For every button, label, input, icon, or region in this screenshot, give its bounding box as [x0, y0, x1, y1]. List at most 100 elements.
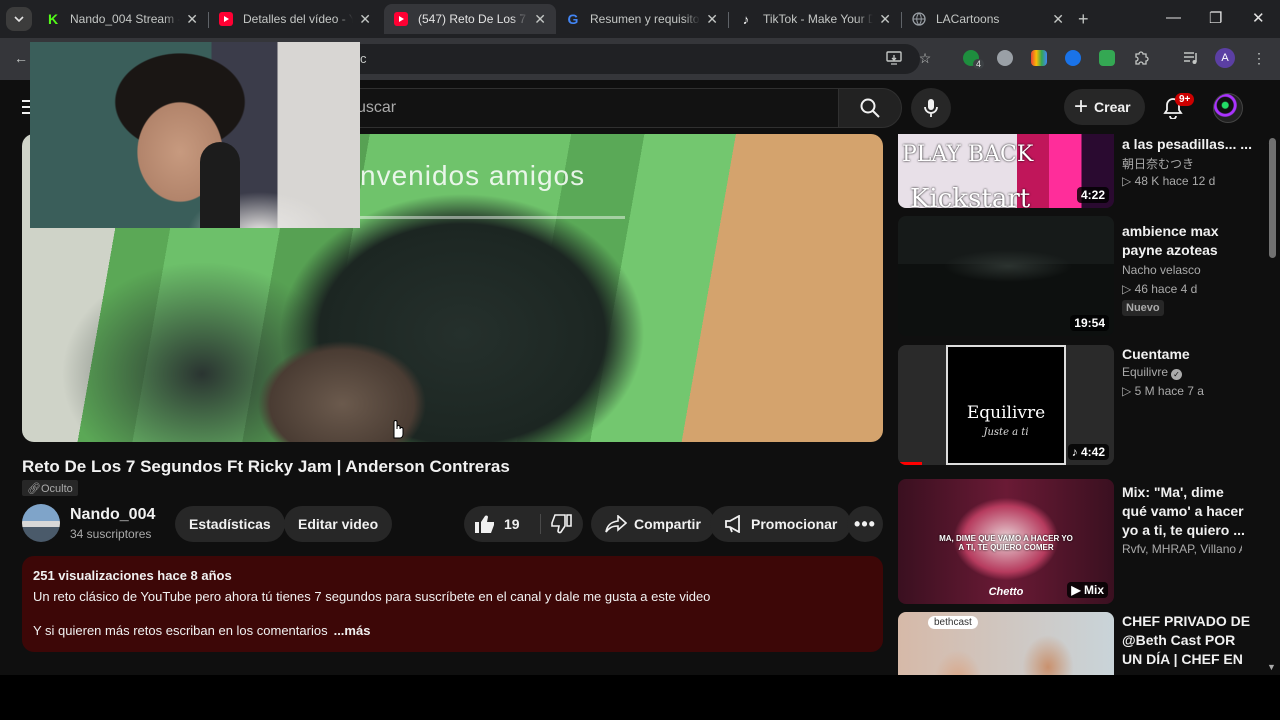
back-arrow-icon[interactable]: ← — [12, 49, 30, 67]
stats-button[interactable]: Estadísticas — [175, 506, 285, 542]
video-duration: 4:22 — [1076, 187, 1109, 203]
thumbs-up-icon — [475, 515, 494, 533]
recommended-meta: ▷ 46 hace 4 d — [1122, 282, 1198, 296]
video-thumbnail[interactable]: bethcast — [898, 612, 1114, 675]
description-box[interactable]: 251 visualizaciones hace 8 años Un reto … — [22, 556, 883, 652]
recommended-channel: 朝日奈むつき — [1122, 157, 1195, 171]
video-thumbnail[interactable]: Equilivre Juste a ti ♪ 4:42 — [898, 345, 1114, 465]
install-app-icon[interactable] — [885, 49, 903, 67]
bookmark-star-icon[interactable]: ☆ — [916, 49, 934, 67]
watch-progress-bar — [898, 462, 922, 465]
scroll-down-arrow-icon[interactable]: ▼ — [1267, 662, 1276, 672]
headphones — [200, 142, 240, 228]
recommended-title[interactable]: Mix: "Ma', dime qué vamo' a hacer yo a t… — [1122, 483, 1252, 540]
recommended-video[interactable]: 19:54 ambience max payne azoteas Nacho v… — [898, 216, 1258, 336]
address-bar[interactable]: c — [300, 44, 920, 74]
search-button[interactable] — [838, 88, 902, 128]
chevron-down-icon — [14, 16, 24, 22]
thumbnail-text: bethcast — [928, 616, 978, 629]
link-icon: 🔗︎ — [27, 483, 41, 495]
profile-avatar[interactable]: A — [1215, 48, 1235, 68]
webcam-overlay — [30, 42, 360, 228]
video-thumbnail[interactable]: 19:54 — [898, 216, 1114, 336]
new-tab-button[interactable]: + — [1078, 9, 1089, 30]
voice-search-button[interactable] — [911, 88, 951, 128]
video-thumbnail[interactable]: PLAY BACK Kickstart 4:22 — [898, 134, 1114, 208]
more-actions-button[interactable]: ••• — [847, 506, 883, 542]
edit-video-button[interactable]: Editar video — [284, 506, 393, 542]
letterbox-bar — [0, 675, 1280, 720]
browser-tab-google[interactable]: G Resumen y requisitos ✕ — [556, 4, 728, 34]
new-badge: Nuevo — [1122, 300, 1164, 316]
close-window-button[interactable]: ✕ — [1252, 9, 1265, 27]
more-horizontal-icon: ••• — [854, 513, 876, 534]
recommended-mix[interactable]: MA, DIME QUE VAMO A HACER YO A TI, TE QU… — [898, 479, 1258, 604]
search-placeholder: uscar — [357, 99, 397, 116]
recommended-title[interactable]: ambience max payne azoteas — [1122, 222, 1252, 260]
maximize-button[interactable]: ❐ — [1209, 9, 1222, 27]
share-label: Compartir — [634, 516, 701, 532]
recommended-meta: ▷ 48 K hace 12 d — [1122, 174, 1216, 188]
puzzle-icon[interactable] — [1132, 49, 1150, 67]
video-thumbnail[interactable]: MA, DIME QUE VAMO A HACER YO A TI, TE QU… — [898, 479, 1114, 604]
extension-icon[interactable] — [1099, 50, 1115, 66]
close-icon[interactable]: ✕ — [879, 11, 891, 28]
minimize-button[interactable]: — — [1166, 9, 1181, 26]
close-icon[interactable]: ✕ — [186, 11, 198, 28]
recommended-title[interactable]: a las pesadillas... ... — [1122, 135, 1252, 153]
channel-name[interactable]: Nando_004 — [70, 506, 155, 524]
recommended-video[interactable]: bethcast CHEF PRIVADO DE @Beth Cast POR … — [898, 612, 1258, 675]
browser-tab-tiktok[interactable]: ♪ TikTok - Make Your D ✕ — [729, 4, 901, 34]
view-count-and-date: 251 visualizaciones hace 8 años — [33, 568, 232, 583]
hand-cursor-icon — [393, 420, 404, 439]
share-button[interactable]: Compartir — [591, 506, 715, 542]
thumbs-down-icon — [551, 514, 572, 534]
recommended-title[interactable]: CHEF PRIVADO DE @Beth Cast POR UN DÍA | … — [1122, 612, 1252, 675]
album-cover: Equilivre Juste a ti — [946, 345, 1066, 465]
browser-tab-studio[interactable]: Detalles del vídeo - Y ✕ — [209, 4, 381, 34]
media-controls-icon[interactable] — [1182, 49, 1200, 67]
close-icon[interactable]: ✕ — [359, 11, 371, 28]
description-line: Un reto clásico de YouTube pero ahora tú… — [33, 589, 711, 604]
recommended-meta: ▷ 5 M hace 7 a — [1122, 384, 1204, 398]
tab-search-button[interactable] — [6, 7, 32, 31]
kebab-menu-icon[interactable]: ⋮ — [1250, 49, 1268, 67]
video-overlay-text: nvenidos amigos — [360, 160, 586, 191]
verified-check-icon: ✓ — [1171, 369, 1183, 380]
scrollbar-thumb[interactable] — [1269, 138, 1276, 258]
dislike-button[interactable] — [546, 506, 576, 542]
tab-title: Resumen y requisitos — [590, 12, 700, 26]
browser-tab-youtube[interactable]: (547) Reto De Los 7 S ✕ — [384, 4, 556, 34]
thumbnail-text: Equilivre — [966, 403, 1046, 423]
youtube-icon — [394, 12, 408, 26]
search-input[interactable]: uscar — [340, 88, 838, 128]
account-avatar[interactable] — [1213, 93, 1243, 123]
promote-button[interactable]: Promocionar — [710, 506, 852, 542]
video-overlay-underline — [360, 216, 625, 219]
tab-title: (547) Reto De Los 7 S — [418, 12, 528, 26]
color-picker-extension-icon[interactable] — [1031, 50, 1047, 66]
browser-tab-lacartoons[interactable]: LACartoons ✕ — [902, 4, 1074, 34]
channel-avatar[interactable] — [22, 504, 60, 542]
tiktok-icon: ♪ — [742, 11, 750, 27]
recommended-channel: Rvfv, MHRAP, Villano A... — [1122, 542, 1242, 556]
close-icon[interactable]: ✕ — [1052, 11, 1064, 28]
recommended-title[interactable]: Cuentame — [1122, 345, 1252, 364]
video-duration: ♪ 4:42 — [1067, 444, 1109, 460]
extension-icon[interactable] — [1065, 50, 1081, 66]
microphone-icon — [924, 99, 938, 117]
like-button[interactable]: 19 — [474, 506, 520, 542]
recommended-video[interactable]: PLAY BACK Kickstart 4:22 a las pesadilla… — [898, 134, 1258, 208]
subscriber-count: 34 suscriptores — [70, 527, 152, 541]
close-icon[interactable]: ✕ — [706, 11, 718, 28]
like-divider — [540, 514, 541, 534]
recommended-video[interactable]: Equilivre Juste a ti ♪ 4:42 Cuentame Equ… — [898, 345, 1258, 465]
extension-icon[interactable] — [997, 50, 1013, 66]
close-icon[interactable]: ✕ — [534, 11, 546, 28]
globe-icon — [912, 12, 926, 26]
create-button[interactable]: + Crear — [1064, 89, 1145, 125]
show-more-link[interactable]: ...más — [334, 623, 371, 638]
tab-title: LACartoons — [936, 12, 1000, 26]
mix-label: ▶ Mix — [1067, 582, 1108, 598]
browser-tab-kick[interactable]: K Nando_004 Stream - ✕ — [36, 4, 208, 34]
